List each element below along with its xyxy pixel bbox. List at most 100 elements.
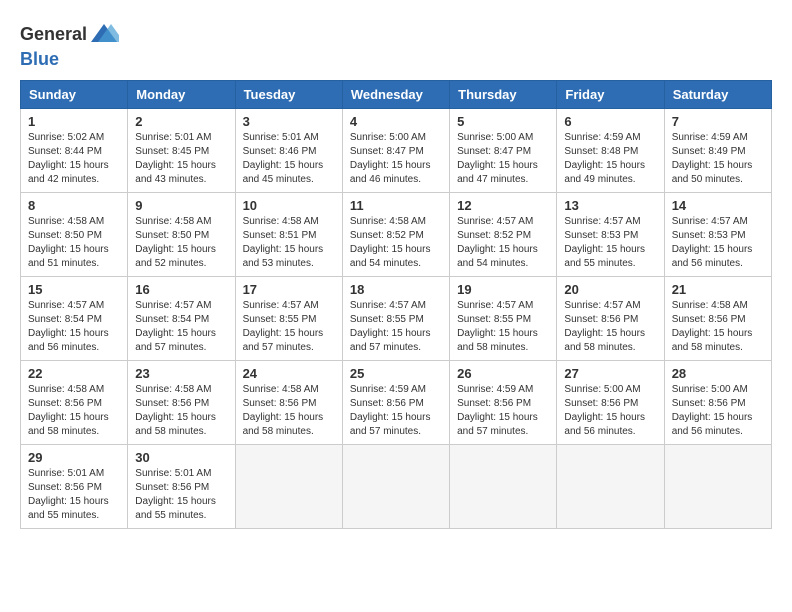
- day-detail: Sunrise: 4:58 AMSunset: 8:56 PMDaylight:…: [135, 383, 227, 439]
- day-detail: Sunrise: 4:57 AMSunset: 8:53 PMDaylight:…: [564, 215, 656, 271]
- calendar-day-cell: [450, 444, 557, 528]
- day-number: 17: [243, 282, 335, 297]
- day-detail: Sunrise: 4:58 AMSunset: 8:50 PMDaylight:…: [28, 215, 120, 271]
- calendar-week-row: 1 Sunrise: 5:02 AMSunset: 8:44 PMDayligh…: [21, 108, 772, 192]
- day-detail: Sunrise: 4:57 AMSunset: 8:52 PMDaylight:…: [457, 215, 549, 271]
- calendar-week-row: 29 Sunrise: 5:01 AMSunset: 8:56 PMDaylig…: [21, 444, 772, 528]
- day-detail: Sunrise: 4:58 AMSunset: 8:56 PMDaylight:…: [672, 299, 764, 355]
- day-detail: Sunrise: 4:59 AMSunset: 8:56 PMDaylight:…: [350, 383, 442, 439]
- day-detail: Sunrise: 4:57 AMSunset: 8:54 PMDaylight:…: [135, 299, 227, 355]
- day-number: 9: [135, 198, 227, 213]
- day-detail: Sunrise: 5:00 AMSunset: 8:56 PMDaylight:…: [672, 383, 764, 439]
- day-detail: Sunrise: 5:00 AMSunset: 8:47 PMDaylight:…: [457, 131, 549, 187]
- calendar-day-cell: 8 Sunrise: 4:58 AMSunset: 8:50 PMDayligh…: [21, 192, 128, 276]
- calendar-day-cell: 11 Sunrise: 4:58 AMSunset: 8:52 PMDaylig…: [342, 192, 449, 276]
- calendar-day-cell: 25 Sunrise: 4:59 AMSunset: 8:56 PMDaylig…: [342, 360, 449, 444]
- day-detail: Sunrise: 4:58 AMSunset: 8:50 PMDaylight:…: [135, 215, 227, 271]
- day-number: 1: [28, 114, 120, 129]
- day-number: 14: [672, 198, 764, 213]
- day-number: 26: [457, 366, 549, 381]
- calendar-day-cell: 2 Sunrise: 5:01 AMSunset: 8:45 PMDayligh…: [128, 108, 235, 192]
- calendar-day-cell: 27 Sunrise: 5:00 AMSunset: 8:56 PMDaylig…: [557, 360, 664, 444]
- calendar-day-cell: 3 Sunrise: 5:01 AMSunset: 8:46 PMDayligh…: [235, 108, 342, 192]
- weekday-header-row: SundayMondayTuesdayWednesdayThursdayFrid…: [21, 80, 772, 108]
- calendar-day-cell: [235, 444, 342, 528]
- calendar-day-cell: [557, 444, 664, 528]
- day-number: 20: [564, 282, 656, 297]
- day-number: 3: [243, 114, 335, 129]
- day-detail: Sunrise: 4:59 AMSunset: 8:56 PMDaylight:…: [457, 383, 549, 439]
- calendar-day-cell: 29 Sunrise: 5:01 AMSunset: 8:56 PMDaylig…: [21, 444, 128, 528]
- calendar-day-cell: 16 Sunrise: 4:57 AMSunset: 8:54 PMDaylig…: [128, 276, 235, 360]
- calendar-day-cell: 18 Sunrise: 4:57 AMSunset: 8:55 PMDaylig…: [342, 276, 449, 360]
- day-number: 11: [350, 198, 442, 213]
- calendar-day-cell: [664, 444, 771, 528]
- day-number: 8: [28, 198, 120, 213]
- weekday-header-cell: Monday: [128, 80, 235, 108]
- day-detail: Sunrise: 5:02 AMSunset: 8:44 PMDaylight:…: [28, 131, 120, 187]
- calendar-day-cell: 6 Sunrise: 4:59 AMSunset: 8:48 PMDayligh…: [557, 108, 664, 192]
- day-number: 5: [457, 114, 549, 129]
- day-detail: Sunrise: 4:57 AMSunset: 8:55 PMDaylight:…: [457, 299, 549, 355]
- day-detail: Sunrise: 4:57 AMSunset: 8:54 PMDaylight:…: [28, 299, 120, 355]
- calendar-day-cell: 20 Sunrise: 4:57 AMSunset: 8:56 PMDaylig…: [557, 276, 664, 360]
- day-number: 7: [672, 114, 764, 129]
- day-detail: Sunrise: 5:01 AMSunset: 8:56 PMDaylight:…: [135, 467, 227, 523]
- calendar-day-cell: 14 Sunrise: 4:57 AMSunset: 8:53 PMDaylig…: [664, 192, 771, 276]
- calendar-day-cell: 4 Sunrise: 5:00 AMSunset: 8:47 PMDayligh…: [342, 108, 449, 192]
- day-detail: Sunrise: 5:01 AMSunset: 8:56 PMDaylight:…: [28, 467, 120, 523]
- day-number: 2: [135, 114, 227, 129]
- page-header: General Blue: [20, 20, 772, 70]
- calendar-day-cell: [342, 444, 449, 528]
- calendar-day-cell: 30 Sunrise: 5:01 AMSunset: 8:56 PMDaylig…: [128, 444, 235, 528]
- calendar-day-cell: 24 Sunrise: 4:58 AMSunset: 8:56 PMDaylig…: [235, 360, 342, 444]
- day-number: 27: [564, 366, 656, 381]
- day-detail: Sunrise: 5:01 AMSunset: 8:45 PMDaylight:…: [135, 131, 227, 187]
- day-detail: Sunrise: 4:57 AMSunset: 8:55 PMDaylight:…: [243, 299, 335, 355]
- day-detail: Sunrise: 5:00 AMSunset: 8:56 PMDaylight:…: [564, 383, 656, 439]
- day-number: 28: [672, 366, 764, 381]
- calendar-day-cell: 17 Sunrise: 4:57 AMSunset: 8:55 PMDaylig…: [235, 276, 342, 360]
- calendar-day-cell: 19 Sunrise: 4:57 AMSunset: 8:55 PMDaylig…: [450, 276, 557, 360]
- calendar-day-cell: 12 Sunrise: 4:57 AMSunset: 8:52 PMDaylig…: [450, 192, 557, 276]
- day-number: 10: [243, 198, 335, 213]
- day-number: 4: [350, 114, 442, 129]
- calendar-day-cell: 26 Sunrise: 4:59 AMSunset: 8:56 PMDaylig…: [450, 360, 557, 444]
- weekday-header-cell: Friday: [557, 80, 664, 108]
- calendar-day-cell: 15 Sunrise: 4:57 AMSunset: 8:54 PMDaylig…: [21, 276, 128, 360]
- weekday-header-cell: Thursday: [450, 80, 557, 108]
- day-number: 29: [28, 450, 120, 465]
- logo-text: General: [20, 20, 121, 50]
- weekday-header-cell: Saturday: [664, 80, 771, 108]
- weekday-header-cell: Wednesday: [342, 80, 449, 108]
- day-number: 22: [28, 366, 120, 381]
- logo: General Blue: [20, 20, 121, 70]
- day-detail: Sunrise: 4:58 AMSunset: 8:51 PMDaylight:…: [243, 215, 335, 271]
- calendar-day-cell: 22 Sunrise: 4:58 AMSunset: 8:56 PMDaylig…: [21, 360, 128, 444]
- calendar-day-cell: 23 Sunrise: 4:58 AMSunset: 8:56 PMDaylig…: [128, 360, 235, 444]
- day-detail: Sunrise: 4:58 AMSunset: 8:56 PMDaylight:…: [243, 383, 335, 439]
- day-detail: Sunrise: 4:59 AMSunset: 8:48 PMDaylight:…: [564, 131, 656, 187]
- calendar-day-cell: 5 Sunrise: 5:00 AMSunset: 8:47 PMDayligh…: [450, 108, 557, 192]
- calendar-day-cell: 1 Sunrise: 5:02 AMSunset: 8:44 PMDayligh…: [21, 108, 128, 192]
- day-detail: Sunrise: 4:58 AMSunset: 8:52 PMDaylight:…: [350, 215, 442, 271]
- calendar-day-cell: 21 Sunrise: 4:58 AMSunset: 8:56 PMDaylig…: [664, 276, 771, 360]
- day-number: 23: [135, 366, 227, 381]
- day-number: 19: [457, 282, 549, 297]
- day-number: 30: [135, 450, 227, 465]
- day-number: 15: [28, 282, 120, 297]
- calendar-day-cell: 10 Sunrise: 4:58 AMSunset: 8:51 PMDaylig…: [235, 192, 342, 276]
- day-number: 21: [672, 282, 764, 297]
- calendar-day-cell: 7 Sunrise: 4:59 AMSunset: 8:49 PMDayligh…: [664, 108, 771, 192]
- day-number: 24: [243, 366, 335, 381]
- day-detail: Sunrise: 4:57 AMSunset: 8:55 PMDaylight:…: [350, 299, 442, 355]
- calendar-week-row: 15 Sunrise: 4:57 AMSunset: 8:54 PMDaylig…: [21, 276, 772, 360]
- calendar-week-row: 8 Sunrise: 4:58 AMSunset: 8:50 PMDayligh…: [21, 192, 772, 276]
- day-number: 16: [135, 282, 227, 297]
- weekday-header-cell: Sunday: [21, 80, 128, 108]
- day-detail: Sunrise: 4:59 AMSunset: 8:49 PMDaylight:…: [672, 131, 764, 187]
- calendar-day-cell: 9 Sunrise: 4:58 AMSunset: 8:50 PMDayligh…: [128, 192, 235, 276]
- day-number: 12: [457, 198, 549, 213]
- calendar-day-cell: 28 Sunrise: 5:00 AMSunset: 8:56 PMDaylig…: [664, 360, 771, 444]
- calendar-body: 1 Sunrise: 5:02 AMSunset: 8:44 PMDayligh…: [21, 108, 772, 528]
